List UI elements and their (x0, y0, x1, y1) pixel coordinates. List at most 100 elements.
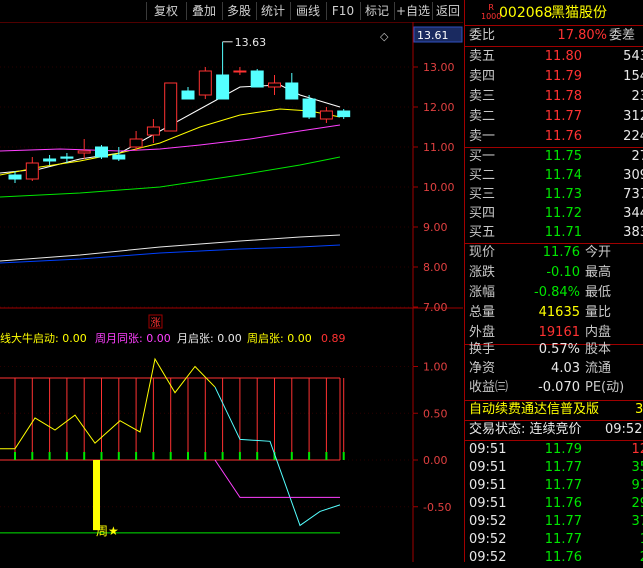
tick-price: 11.79 (544, 442, 582, 457)
stat-value: 0.57% (538, 342, 580, 357)
toolbar-button-1[interactable]: 叠加 (186, 2, 221, 20)
bid-row: 买五 11.71 383 (465, 223, 643, 243)
tick-price: 11.77 (544, 532, 582, 547)
tick-row: 09:5211.771 (465, 530, 643, 550)
toolbar-button-0[interactable]: 复权 (146, 2, 185, 20)
candle-body[interactable] (60, 156, 74, 159)
candle-body[interactable] (198, 70, 212, 96)
stat-value: 11.76 (542, 245, 580, 260)
stat-label: 涨跌 (469, 265, 496, 280)
y-tick-label: 7.00 (423, 301, 448, 314)
stat-label-2: 股本 (585, 342, 612, 357)
ticker-row[interactable]: 自动续费通达信普及版 3 (465, 400, 643, 420)
stat-label: 总量 (469, 305, 496, 320)
week-signal-bar[interactable] (93, 460, 100, 531)
ask-volume: 154 (623, 69, 643, 84)
toolbar-button-2[interactable]: 多股 (222, 2, 255, 20)
toolbar-button-3[interactable]: 统计 (256, 2, 289, 20)
candle-body[interactable] (337, 110, 351, 118)
kline-chart[interactable]: 13.61 ◇ 13.00 12.00 11.00 10.00 9.00 8.00 7.00 13… (0, 22, 463, 562)
candle-body[interactable] (112, 154, 126, 160)
candle-body[interactable] (43, 158, 57, 162)
toolbar-button-4[interactable]: 画线 (290, 2, 325, 20)
tick-price: 11.76 (544, 496, 582, 511)
stat-row: 收益㈢ -0.070 PE(动) (465, 378, 643, 398)
stat-value: 4.03 (551, 361, 580, 376)
tick-price: 11.77 (544, 460, 582, 475)
candle-body[interactable] (250, 70, 264, 88)
stat-value: -0.070 (538, 380, 580, 395)
toolbar-button-5[interactable]: F10 (326, 2, 359, 20)
stat-row: 涨跌 -0.10 最高 (465, 263, 643, 283)
y-tick-label: 10.00 (423, 181, 455, 194)
ask-volume: 23 (631, 89, 643, 104)
candle-body[interactable] (146, 126, 160, 136)
stock-header: R 1000 002068 黑猫股份 (465, 2, 643, 24)
candle-body[interactable] (302, 98, 316, 118)
ask-row: 卖五 11.80 543 (465, 47, 643, 67)
candle-body[interactable] (129, 138, 143, 148)
stat-label: 收益㈢ (469, 380, 509, 395)
quote-panel: R 1000 002068 黑猫股份 委比 17.80% 委差 卖五 11.80 54… (464, 0, 643, 565)
candle-body[interactable] (77, 150, 91, 154)
bid-label: 买五 (469, 225, 496, 240)
candle-body[interactable] (8, 174, 22, 180)
candle-body[interactable] (285, 82, 299, 100)
stat-row: 现价 11.76 今开 (465, 243, 643, 263)
toolbar-button-6[interactable]: 标记 (360, 2, 393, 20)
indicator-y-label: 1.00 (423, 361, 448, 374)
stock-name[interactable]: 黑猫股份 (551, 2, 607, 24)
tick-volume: 91 (631, 478, 643, 493)
ask-label: 卖二 (469, 109, 496, 124)
candle-body[interactable] (268, 82, 281, 88)
candle-body[interactable] (25, 162, 39, 180)
tick-price: 11.76 (544, 550, 582, 565)
tick-time: 09:51 (469, 460, 507, 475)
y-tick-label: 8.00 (423, 261, 448, 274)
candle-body[interactable] (216, 74, 230, 100)
candle-body[interactable] (181, 90, 195, 100)
settings-diamond-icon: ◇ (380, 30, 389, 43)
bid-volume: 27 (631, 149, 643, 164)
candle-body[interactable] (95, 146, 108, 158)
indicator-cyan-line (214, 386, 341, 527)
candle-body[interactable] (164, 82, 178, 132)
tick-time: 09:52 (469, 550, 507, 565)
stat-label-2: 今开 (585, 245, 612, 260)
toolbar-button-7[interactable]: +自选 (394, 2, 431, 20)
stat-value: -0.84% (534, 285, 580, 300)
ask-label: 卖三 (469, 89, 496, 104)
bid-row: 买二 11.74 309 (465, 166, 643, 186)
tick-row: 09:51 11.76 29 (465, 494, 643, 514)
bid-volume: 344 (623, 206, 643, 221)
order-ratio-row: 委比 17.80% 委差 (469, 28, 636, 43)
stat-row: 换手 0.57% 股本 (465, 340, 643, 360)
stat-row: 总量 41635 量比 (465, 303, 643, 323)
indicator-legend-1: 周月同张: 0.00 (95, 332, 171, 345)
tick-price: 11.77 (544, 478, 582, 493)
stat-label-2: 流通 (585, 361, 612, 376)
tick-time: 09:51 (469, 442, 507, 457)
candle-body[interactable] (233, 70, 247, 73)
y-tick-label: 11.00 (423, 141, 455, 154)
y-tick-label: 13.00 (423, 61, 455, 74)
stock-code: 002068 (499, 5, 553, 21)
stat-label-2: 最高 (585, 265, 612, 280)
y-tick-label: 9.00 (423, 221, 448, 234)
bid-label: 买四 (469, 206, 496, 221)
candle-body[interactable] (319, 110, 333, 120)
tick-row: 09:51 11.77 91 (465, 476, 643, 496)
ask-label: 卖一 (469, 129, 496, 144)
tick-price: 11.77 (544, 514, 582, 529)
tick-time: 09:52 (469, 532, 507, 547)
indicator-legend-0: 线大牛启动: 0.00 (0, 331, 87, 345)
toolbar-button-8[interactable]: 返回 (432, 2, 463, 20)
ask-price: 11.76 (544, 129, 582, 144)
stat-label-2: 最低 (585, 285, 612, 300)
stat-label: 净资 (469, 361, 496, 376)
high-price-label: 13.63 (235, 36, 267, 49)
ask-price: 11.77 (544, 109, 582, 124)
stat-value: -0.10 (546, 265, 580, 280)
stat-label: 现价 (469, 245, 496, 260)
tick-row: 09:51 11.79 12 (465, 440, 643, 460)
